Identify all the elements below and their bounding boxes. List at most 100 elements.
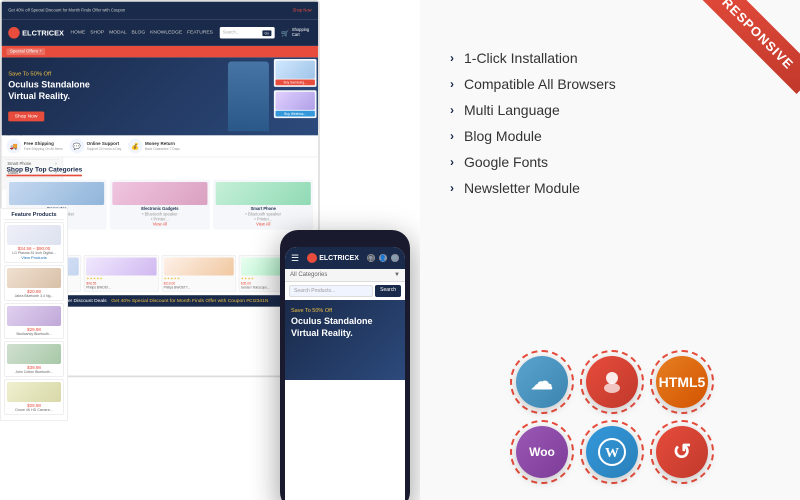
- feature-label-5: Google Fonts: [464, 154, 548, 170]
- html5-icon: HTML5: [656, 356, 708, 408]
- mobile-hero-save: Save To 50% Off: [291, 308, 399, 314]
- nav-cart[interactable]: 🛒 Shopping Cart: [281, 28, 311, 38]
- cloud-icon: ☁: [516, 356, 568, 408]
- feature-products-panel: Feature Products $34.56 – $90.00 LG Plas…: [0, 208, 68, 421]
- mobile-nav-icons: 🎧 👤 🛒: [367, 254, 399, 262]
- bs-item-2[interactable]: ★★★★★ $98.55 Philips BWO67...: [84, 255, 159, 292]
- woo-icon-wrapper: Woo: [510, 420, 574, 484]
- feature-item-6: › Newsletter Module: [450, 180, 770, 196]
- feature-label-4: Blog Module: [464, 128, 542, 144]
- mobile-search-bar: Search Products... Search: [289, 285, 401, 297]
- feature-label-2: Compatible All Browsers: [464, 76, 616, 92]
- money-feature: 💰 Money Return Back Guarantee 7 Days: [128, 139, 180, 154]
- mobile-headphone-icon[interactable]: 🎧: [367, 254, 375, 262]
- hero-save: Save To 50% Off: [8, 71, 90, 77]
- special-offers-btn[interactable]: Special Offers +: [7, 48, 46, 55]
- fp-item-3[interactable]: $29.98 Skullcandy Bluetooth...: [4, 303, 64, 339]
- top-categories-title: Shop By Top Categories: [7, 166, 83, 177]
- hero-shop-now-btn[interactable]: Shop Now: [8, 112, 44, 122]
- arrow-icon-1: ›: [450, 51, 454, 65]
- topbar: Get 40% off Special Discount for Month F…: [2, 2, 319, 20]
- chevron-down-icon: ▼: [394, 272, 400, 278]
- nav-blog[interactable]: BLOG: [132, 30, 146, 35]
- prestashop-icon-wrapper: [580, 350, 644, 414]
- fp-item-2[interactable]: $20.98 Jabra Bluetooth 3.4 Ng...: [4, 265, 64, 301]
- right-panel: RESPONSIVE › 1-Click Installation › Comp…: [420, 0, 800, 500]
- nav-shop[interactable]: SHOP: [90, 30, 104, 35]
- svg-text:W: W: [605, 446, 619, 461]
- support-label: Online Support: [87, 141, 122, 146]
- arrow-icon-2: ›: [450, 77, 454, 91]
- responsive-badge: RESPONSIVE: [698, 0, 800, 94]
- nav-search-box[interactable]: Search... Go: [219, 27, 274, 38]
- mobile-preview: ☰ ELCTRICEX 🎧 👤 🛒 All Categories ▼: [280, 230, 410, 500]
- responsive-badge-container: RESPONSIVE: [690, 0, 800, 110]
- hero-banner: Save To 50% Off Oculus StandaloneVirtual…: [2, 57, 319, 135]
- nav-logo[interactable]: ELCTRICEX: [8, 27, 64, 38]
- mobile-logo-text: ELCTRICEX: [319, 255, 359, 262]
- mobile-notch: [330, 238, 360, 243]
- mobile-cart-icon[interactable]: 🛒: [391, 254, 399, 262]
- money-icon: 💰: [128, 139, 143, 154]
- woo-label: Woo: [529, 445, 555, 459]
- arrow-icon-3: ›: [450, 103, 454, 117]
- mobile-category-dropdown[interactable]: All Categories ▼: [285, 269, 405, 282]
- nav-features[interactable]: FEATURES: [187, 30, 213, 35]
- arrow-icon-6: ›: [450, 181, 454, 195]
- prestashop-icon: [586, 356, 638, 408]
- mobile-category-text: All Categories: [290, 272, 327, 278]
- feature-section: 🚚 Free Shipping Free Shipping On All Ite…: [2, 135, 319, 157]
- support-icon: 💬: [69, 139, 84, 154]
- main-nav: ELCTRICEX HOME SHOP MODAL BLOG KNOWLEDGE…: [2, 20, 319, 46]
- feature-item-4: › Blog Module: [450, 128, 770, 144]
- bs-item-3[interactable]: ★★★★★ $110.00 Philips BWO6T7...: [161, 255, 236, 292]
- mobile-search-button[interactable]: Search: [375, 285, 401, 297]
- feature-label-6: Newsletter Module: [464, 180, 580, 196]
- feature-products-title: Feature Products: [4, 212, 64, 220]
- mobile-hero: Save To 50% Off Oculus StandaloneVirtual…: [285, 300, 405, 380]
- money-label: Money Return: [145, 141, 180, 146]
- fp-item-1[interactable]: $34.56 – $90.00 LG Plasma 51 Inch Digita…: [4, 222, 64, 263]
- side-product-1: Buy Samsung...: [274, 59, 317, 87]
- support-feature: 💬 Online Support Support 24 hours a Day: [69, 139, 121, 154]
- mobile-nav: ☰ ELCTRICEX 🎧 👤 🛒: [285, 247, 405, 269]
- refresh-icon: ↺: [656, 426, 708, 478]
- feature-item-5: › Google Fonts: [450, 154, 770, 170]
- hero-title: Oculus StandaloneVirtual Reality.: [8, 79, 90, 102]
- mobile-search-input[interactable]: Search Products...: [289, 285, 373, 297]
- hero-text: Save To 50% Off Oculus StandaloneVirtual…: [8, 71, 90, 122]
- nav-links: HOME SHOP MODAL BLOG KNOWLEDGE FEATURES: [71, 30, 213, 35]
- side-product-2: Buy Wireless...: [274, 90, 317, 118]
- wordpress-icon-wrapper: W: [580, 420, 644, 484]
- feature-label-3: Multi Language: [464, 102, 560, 118]
- mobile-hero-title: Oculus StandaloneVirtual Reality.: [291, 316, 399, 339]
- html5-icon-wrapper: HTML5: [650, 350, 714, 414]
- hero-person-image: [228, 62, 269, 132]
- woocommerce-icon: Woo: [516, 426, 568, 478]
- feature-label-1: 1-Click Installation: [464, 50, 578, 66]
- logo-icon: [8, 27, 19, 38]
- shop-now-link[interactable]: Shop Now: [293, 8, 312, 13]
- refresh-icon-wrapper: ↺: [650, 420, 714, 484]
- fp-item-5[interactable]: $29.98 Drone 4K HD Camera...: [4, 379, 64, 415]
- topbar-text: Get 40% off Special Discount for Month F…: [8, 8, 288, 13]
- arrow-icon-4: ›: [450, 129, 454, 143]
- fp-item-4[interactable]: $39.98 John Cotton Bluetooth...: [4, 341, 64, 377]
- cat-card-smartphone[interactable]: Smart Phone • Bluetooth speaker • Printe…: [213, 180, 313, 230]
- arrow-icon-5: ›: [450, 155, 454, 169]
- mobile-search-placeholder: Search Products...: [294, 288, 335, 294]
- mobile-menu-icon[interactable]: ☰: [291, 253, 299, 264]
- mobile-user-icon[interactable]: 👤: [379, 254, 387, 262]
- logo-text: ELCTRICEX: [22, 29, 64, 37]
- left-panel: Get 40% off Special Discount for Month F…: [0, 0, 420, 500]
- wordpress-icon: W: [586, 426, 638, 478]
- mobile-screen: ☰ ELCTRICEX 🎧 👤 🛒 All Categories ▼: [285, 247, 405, 500]
- shipping-feature: 🚚 Free Shipping Free Shipping On All Ite…: [7, 139, 63, 154]
- nav-home[interactable]: HOME: [71, 30, 86, 35]
- nav-knowledge[interactable]: KNOWLEDGE: [150, 30, 182, 35]
- cloud-icon-wrapper: ☁: [510, 350, 574, 414]
- tech-icons-grid: ☁ HTML5 Woo W: [450, 350, 770, 480]
- cat-card-electronic[interactable]: Electronic Gadgets • Bluetooth speaker •…: [110, 180, 210, 230]
- nav-modal[interactable]: MODAL: [109, 30, 127, 35]
- shipping-icon: 🚚: [7, 139, 22, 154]
